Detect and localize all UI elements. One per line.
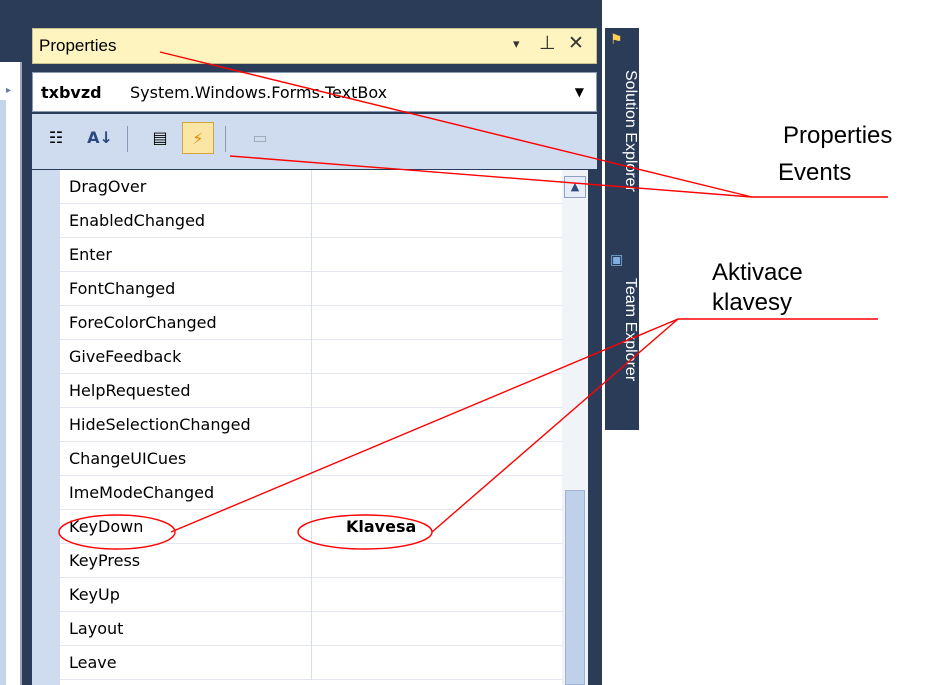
pointer-line-klavesa (431, 318, 679, 533)
annotation-overlay (58, 51, 888, 550)
pointer-line-properties (159, 51, 753, 198)
pointer-line-keydown (170, 318, 679, 533)
pointer-line-events (229, 155, 753, 198)
highlight-keydown (58, 514, 176, 550)
highlight-klavesa (297, 514, 433, 550)
